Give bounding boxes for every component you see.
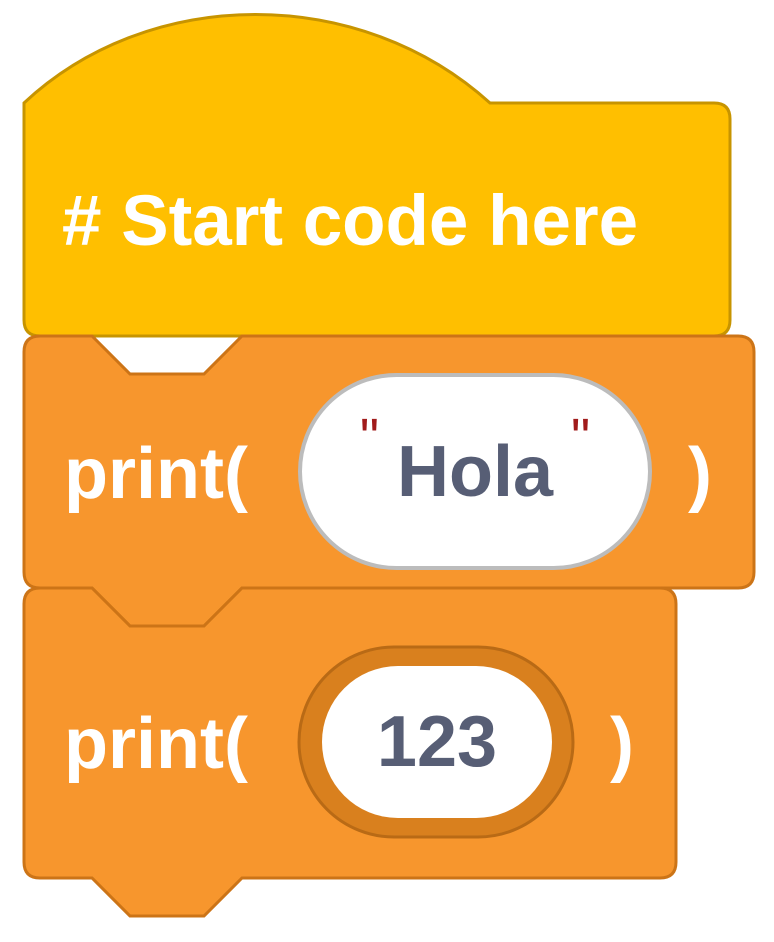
print-1-keyword: print( xyxy=(64,434,248,514)
hat-block-shape[interactable] xyxy=(22,13,732,338)
string-input-field[interactable]: " Hola " xyxy=(300,375,650,568)
string-value: Hola xyxy=(396,431,554,512)
open-quote: " xyxy=(359,407,379,468)
close-quote: " xyxy=(571,407,591,468)
print-1-close-paren: ) xyxy=(688,434,712,514)
number-input-field[interactable]: 123 xyxy=(322,666,552,818)
hat-block-label: # Start code here xyxy=(62,182,639,261)
print-2-keyword: print( xyxy=(64,704,248,784)
number-value: 123 xyxy=(376,702,498,782)
print-2-close-paren: ) xyxy=(610,704,634,784)
